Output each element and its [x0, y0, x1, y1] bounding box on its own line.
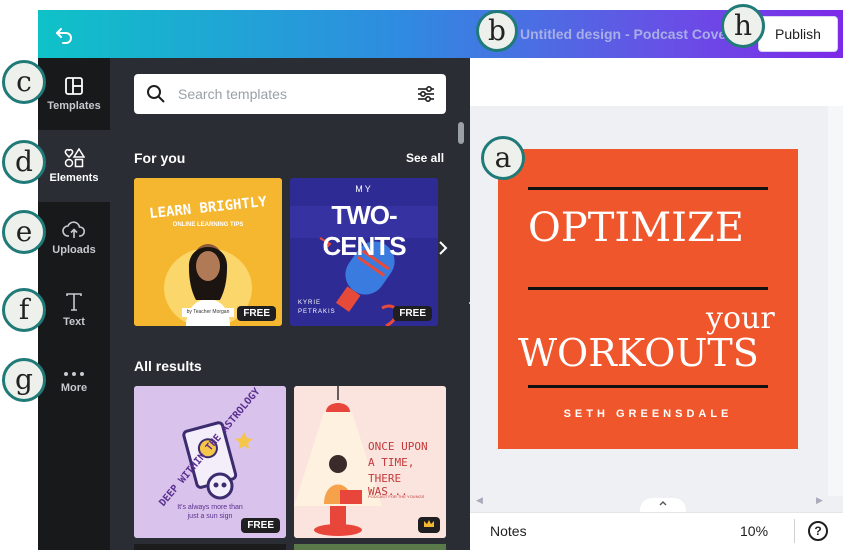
card-title: A TIME, — [368, 456, 415, 469]
callout-marker-e: e — [2, 210, 46, 254]
expand-pages-tab[interactable] — [640, 498, 686, 512]
design-text-workouts[interactable]: WORKOUTS — [518, 331, 759, 375]
upload-cloud-icon — [62, 221, 86, 238]
panel-scrollbar[interactable] — [458, 122, 464, 144]
callout-marker-a: a — [481, 136, 525, 180]
rail-item-more[interactable]: More — [38, 346, 110, 418]
design-text-optimize[interactable]: OPTIMIZE — [528, 205, 744, 251]
rail-item-label: Elements — [49, 172, 99, 184]
free-badge: FREE — [237, 306, 276, 321]
rail-item-elements[interactable]: Elements — [38, 130, 110, 202]
rail-item-label: More — [60, 382, 88, 394]
card-title-top: MY — [355, 184, 373, 194]
chevron-up-icon — [659, 501, 667, 506]
card-subtitle: ONLINE LEARNING TIPS — [172, 222, 244, 228]
text-icon — [66, 293, 82, 311]
rail-item-text[interactable]: Text — [38, 274, 110, 346]
callout-marker-c: c — [2, 60, 46, 104]
crown-icon — [424, 520, 434, 527]
zoom-level[interactable]: 10% — [740, 523, 768, 539]
template-card-astrology[interactable]: DEEP WITHIN THE ASTROLOGY It's always mo… — [134, 386, 286, 538]
help-button[interactable]: ? — [808, 521, 828, 541]
elements-icon — [64, 148, 85, 168]
card-byline: PODCAST FOR THE YOUNGS — [368, 494, 425, 499]
bottom-bar: Notes 10% ? — [470, 512, 843, 550]
callout-marker-b: b — [476, 10, 518, 52]
templates-icon — [65, 77, 83, 95]
scroll-left-icon[interactable]: ◀ — [476, 495, 483, 506]
card-byline: PETRAKIS — [298, 309, 336, 315]
premium-crown-badge — [418, 517, 440, 533]
document-title[interactable]: Untitled design - Podcast Cover — [520, 26, 728, 42]
rail-item-uploads[interactable]: Uploads — [38, 202, 110, 274]
canvas-vertical-scrollbar[interactable] — [828, 106, 843, 496]
carousel-next-icon[interactable] — [436, 238, 450, 263]
publish-button[interactable]: Publish — [758, 16, 838, 52]
search-placeholder: Search templates — [178, 86, 287, 102]
template-card-learn-brightly[interactable]: LEARN BRIGHTLY ONLINE LEARNING TIPS by T… — [134, 178, 282, 326]
divider — [794, 519, 795, 543]
free-badge: FREE — [241, 518, 280, 533]
card-byline: by Teacher Morgan — [186, 309, 230, 315]
card-title: ONCE UPON — [368, 440, 428, 453]
app-window: Untitled design - Podcast Cover Publish … — [0, 0, 843, 550]
undo-icon[interactable] — [52, 22, 76, 46]
templates-panel: Search templates For you See all LEARN B… — [110, 58, 470, 550]
card-subtitle: It's always more than — [177, 504, 243, 511]
design-divider — [528, 287, 768, 290]
design-text-author[interactable]: SETH GREENSDALE — [498, 408, 798, 420]
callout-marker-d: d — [2, 140, 46, 184]
design-divider — [528, 187, 768, 190]
card-byline: KYRIE — [298, 300, 322, 306]
scroll-right-icon[interactable]: ▶ — [816, 495, 823, 506]
left-rail: Templates Elements Uploads Text More — [38, 58, 110, 550]
filter-sliders-icon[interactable] — [416, 84, 436, 109]
rail-item-templates[interactable]: Templates — [38, 58, 110, 130]
card-title: TWO-CENTS — [322, 200, 406, 261]
notes-button[interactable]: Notes — [490, 523, 527, 539]
design-divider — [528, 385, 768, 388]
search-icon — [146, 84, 166, 109]
more-dots-icon — [64, 372, 84, 376]
rail-item-label: Templates — [47, 100, 101, 112]
callout-marker-g: g — [2, 358, 46, 402]
callout-marker-f: f — [2, 288, 46, 332]
see-all-link[interactable]: See all — [406, 151, 444, 165]
free-badge: FREE — [393, 306, 432, 321]
template-card-two-cents[interactable]: MY TWO-CENTS KYRIE PETRAKIS FREE — [290, 178, 438, 326]
rail-item-label: Text — [63, 316, 85, 328]
all-results-title: All results — [134, 358, 202, 374]
search-templates-input[interactable]: Search templates — [134, 74, 446, 114]
for-you-title: For you — [134, 150, 186, 166]
design-page[interactable]: OPTIMIZE your WORKOUTS SETH GREENSDALE — [498, 149, 798, 449]
callout-marker-h: h — [721, 4, 765, 48]
template-card-once-upon[interactable]: ONCE UPON A TIME, THERE WAS... PODCAST F… — [294, 386, 446, 538]
rail-item-label: Uploads — [52, 244, 96, 256]
template-card-partial[interactable] — [294, 544, 446, 550]
template-card-partial[interactable] — [134, 544, 286, 550]
